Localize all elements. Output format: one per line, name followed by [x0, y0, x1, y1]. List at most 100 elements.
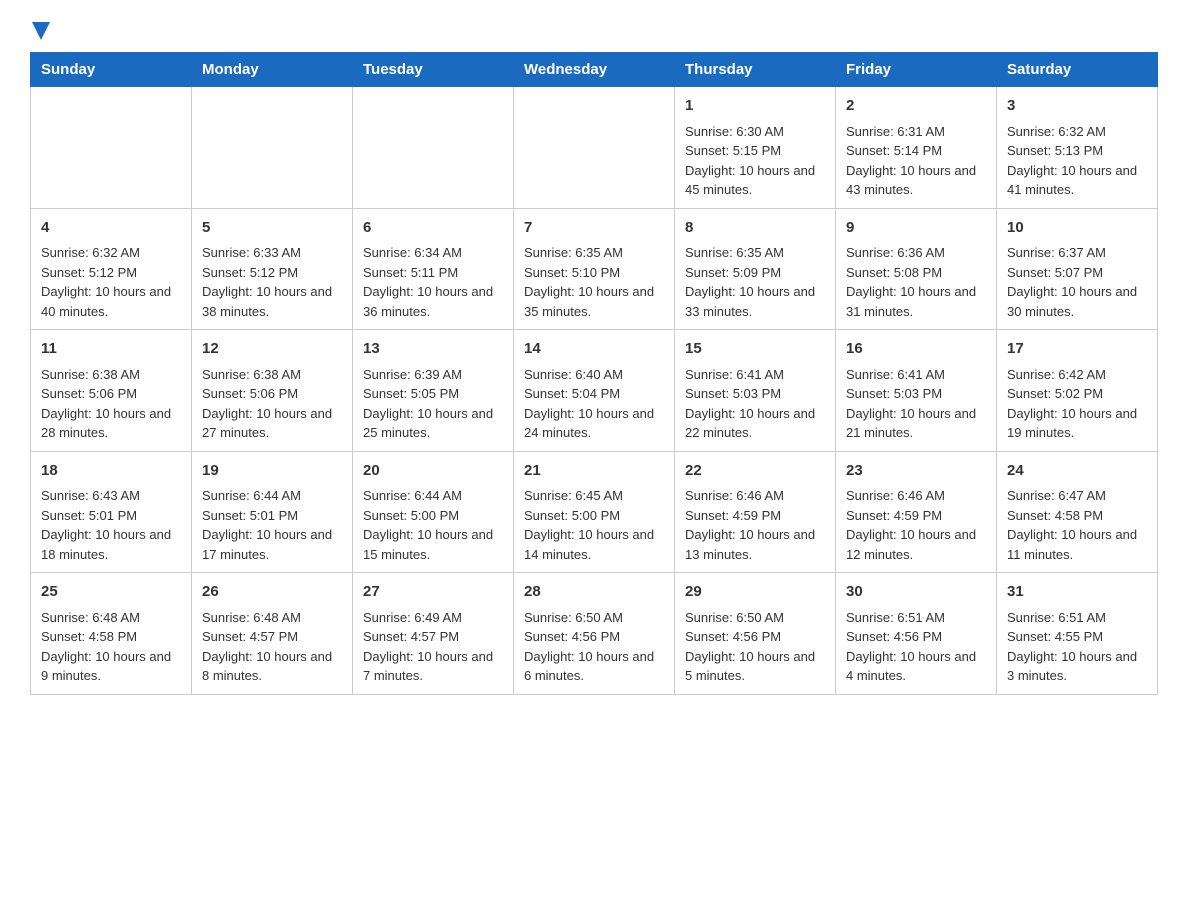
- sun-info: Sunrise: 6:49 AMSunset: 4:57 PMDaylight:…: [363, 608, 503, 686]
- day-number: 3: [1007, 95, 1147, 118]
- sun-info: Sunrise: 6:41 AMSunset: 5:03 PMDaylight:…: [846, 365, 986, 443]
- day-number: 22: [685, 460, 825, 483]
- calendar-cell: 1 Sunrise: 6:30 AMSunset: 5:15 PMDaylight…: [675, 87, 836, 209]
- calendar-cell: 9 Sunrise: 6:36 AMSunset: 5:08 PMDaylight…: [836, 208, 997, 330]
- sun-info: Sunrise: 6:50 AMSunset: 4:56 PMDaylight:…: [524, 608, 664, 686]
- day-number: 7: [524, 217, 664, 240]
- calendar-cell: 11 Sunrise: 6:38 AMSunset: 5:06 PMDayligh…: [31, 330, 192, 452]
- calendar-cell: 5Sunrise: 6:33 AMSunset: 5:12 PMDaylight…: [192, 208, 353, 330]
- calendar-cell: 30 Sunrise: 6:51 AMSunset: 4:56 PMDayligh…: [836, 573, 997, 695]
- day-header-friday: Friday: [836, 53, 997, 87]
- calendar-cell: 18Sunrise: 6:43 AMSunset: 5:01 PMDayligh…: [31, 451, 192, 573]
- calendar-cell: 20 Sunrise: 6:44 AMSunset: 5:00 PMDayligh…: [353, 451, 514, 573]
- day-number: 29: [685, 581, 825, 604]
- day-number: 13: [363, 338, 503, 361]
- calendar-cell: [514, 87, 675, 209]
- calendar-cell: 31 Sunrise: 6:51 AMSunset: 4:55 PMDayligh…: [997, 573, 1158, 695]
- sun-info: Sunrise: 6:34 AMSunset: 5:11 PMDaylight:…: [363, 243, 503, 321]
- day-number: 28: [524, 581, 664, 604]
- sun-info: Sunrise: 6:37 AMSunset: 5:07 PMDaylight:…: [1007, 243, 1147, 321]
- day-number: 16: [846, 338, 986, 361]
- logo-triangle-icon: [32, 22, 50, 40]
- sun-info: Sunrise: 6:42 AMSunset: 5:02 PMDaylight:…: [1007, 365, 1147, 443]
- calendar-cell: 29 Sunrise: 6:50 AMSunset: 4:56 PMDayligh…: [675, 573, 836, 695]
- calendar-cell: 24Sunrise: 6:47 AMSunset: 4:58 PMDayligh…: [997, 451, 1158, 573]
- calendar-cell: 16 Sunrise: 6:41 AMSunset: 5:03 PMDayligh…: [836, 330, 997, 452]
- day-number: 30: [846, 581, 986, 604]
- sun-info: Sunrise: 6:38 AMSunset: 5:06 PMDaylight:…: [41, 365, 181, 443]
- day-number: 10: [1007, 217, 1147, 240]
- calendar-cell: 27 Sunrise: 6:49 AMSunset: 4:57 PMDayligh…: [353, 573, 514, 695]
- day-number: 19: [202, 460, 342, 483]
- calendar-cell: 25 Sunrise: 6:48 AMSunset: 4:58 PMDayligh…: [31, 573, 192, 695]
- calendar-cell: 3 Sunrise: 6:32 AMSunset: 5:13 PMDaylight…: [997, 87, 1158, 209]
- sun-info: Sunrise: 6:36 AMSunset: 5:08 PMDaylight:…: [846, 243, 986, 321]
- day-header-tuesday: Tuesday: [353, 53, 514, 87]
- day-header-monday: Monday: [192, 53, 353, 87]
- sun-info: Sunrise: 6:44 AMSunset: 5:00 PMDaylight:…: [363, 486, 503, 564]
- day-number: 21: [524, 460, 664, 483]
- day-header-thursday: Thursday: [675, 53, 836, 87]
- day-number: 2: [846, 95, 986, 118]
- calendar-cell: 22Sunrise: 6:46 AMSunset: 4:59 PMDayligh…: [675, 451, 836, 573]
- day-number: 27: [363, 581, 503, 604]
- sun-info: Sunrise: 6:32 AMSunset: 5:13 PMDaylight:…: [1007, 122, 1147, 200]
- day-number: 1: [685, 95, 825, 118]
- calendar-header-row: SundayMondayTuesdayWednesdayThursdayFrid…: [31, 53, 1158, 87]
- calendar-cell: 10 Sunrise: 6:37 AMSunset: 5:07 PMDayligh…: [997, 208, 1158, 330]
- sun-info: Sunrise: 6:35 AMSunset: 5:10 PMDaylight:…: [524, 243, 664, 321]
- sun-info: Sunrise: 6:30 AMSunset: 5:15 PMDaylight:…: [685, 122, 825, 200]
- logo: [30, 20, 50, 40]
- calendar-week-row: 1 Sunrise: 6:30 AMSunset: 5:15 PMDaylight…: [31, 87, 1158, 209]
- day-number: 31: [1007, 581, 1147, 604]
- calendar-cell: 14 Sunrise: 6:40 AMSunset: 5:04 PMDayligh…: [514, 330, 675, 452]
- calendar-cell: 23 Sunrise: 6:46 AMSunset: 4:59 PMDayligh…: [836, 451, 997, 573]
- day-number: 8: [685, 217, 825, 240]
- day-header-wednesday: Wednesday: [514, 53, 675, 87]
- sun-info: Sunrise: 6:48 AMSunset: 4:57 PMDaylight:…: [202, 608, 342, 686]
- calendar-cell: 8Sunrise: 6:35 AMSunset: 5:09 PMDaylight…: [675, 208, 836, 330]
- day-number: 4: [41, 217, 181, 240]
- sun-info: Sunrise: 6:44 AMSunset: 5:01 PMDaylight:…: [202, 486, 342, 564]
- calendar-cell: [353, 87, 514, 209]
- day-number: 20: [363, 460, 503, 483]
- day-number: 25: [41, 581, 181, 604]
- calendar-cell: [31, 87, 192, 209]
- day-number: 26: [202, 581, 342, 604]
- calendar-cell: 12 Sunrise: 6:38 AMSunset: 5:06 PMDayligh…: [192, 330, 353, 452]
- sun-info: Sunrise: 6:31 AMSunset: 5:14 PMDaylight:…: [846, 122, 986, 200]
- day-number: 12: [202, 338, 342, 361]
- calendar-cell: 26 Sunrise: 6:48 AMSunset: 4:57 PMDayligh…: [192, 573, 353, 695]
- day-number: 9: [846, 217, 986, 240]
- sun-info: Sunrise: 6:50 AMSunset: 4:56 PMDaylight:…: [685, 608, 825, 686]
- sun-info: Sunrise: 6:40 AMSunset: 5:04 PMDaylight:…: [524, 365, 664, 443]
- sun-info: Sunrise: 6:51 AMSunset: 4:56 PMDaylight:…: [846, 608, 986, 686]
- calendar-week-row: 25 Sunrise: 6:48 AMSunset: 4:58 PMDayligh…: [31, 573, 1158, 695]
- calendar-cell: 2 Sunrise: 6:31 AMSunset: 5:14 PMDaylight…: [836, 87, 997, 209]
- sun-info: Sunrise: 6:39 AMSunset: 5:05 PMDaylight:…: [363, 365, 503, 443]
- sun-info: Sunrise: 6:46 AMSunset: 4:59 PMDaylight:…: [846, 486, 986, 564]
- sun-info: Sunrise: 6:43 AMSunset: 5:01 PMDaylight:…: [41, 486, 181, 564]
- sun-info: Sunrise: 6:51 AMSunset: 4:55 PMDaylight:…: [1007, 608, 1147, 686]
- calendar-cell: [192, 87, 353, 209]
- day-header-saturday: Saturday: [997, 53, 1158, 87]
- calendar-cell: 7 Sunrise: 6:35 AMSunset: 5:10 PMDaylight…: [514, 208, 675, 330]
- day-number: 17: [1007, 338, 1147, 361]
- day-header-sunday: Sunday: [31, 53, 192, 87]
- calendar-cell: 13 Sunrise: 6:39 AMSunset: 5:05 PMDayligh…: [353, 330, 514, 452]
- sun-info: Sunrise: 6:38 AMSunset: 5:06 PMDaylight:…: [202, 365, 342, 443]
- day-number: 23: [846, 460, 986, 483]
- sun-info: Sunrise: 6:48 AMSunset: 4:58 PMDaylight:…: [41, 608, 181, 686]
- calendar-cell: 21 Sunrise: 6:45 AMSunset: 5:00 PMDayligh…: [514, 451, 675, 573]
- day-number: 5: [202, 217, 342, 240]
- day-number: 6: [363, 217, 503, 240]
- day-number: 15: [685, 338, 825, 361]
- day-number: 11: [41, 338, 181, 361]
- calendar-week-row: 18Sunrise: 6:43 AMSunset: 5:01 PMDayligh…: [31, 451, 1158, 573]
- sun-info: Sunrise: 6:45 AMSunset: 5:00 PMDaylight:…: [524, 486, 664, 564]
- day-number: 14: [524, 338, 664, 361]
- calendar-cell: 28 Sunrise: 6:50 AMSunset: 4:56 PMDayligh…: [514, 573, 675, 695]
- sun-info: Sunrise: 6:32 AMSunset: 5:12 PMDaylight:…: [41, 243, 181, 321]
- calendar-cell: 17 Sunrise: 6:42 AMSunset: 5:02 PMDayligh…: [997, 330, 1158, 452]
- page-header: [30, 20, 1158, 40]
